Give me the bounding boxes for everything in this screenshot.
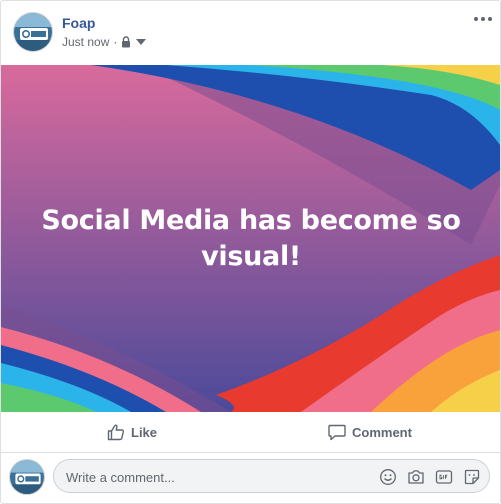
like-button[interactable]: Like	[107, 412, 157, 452]
meta-separator: ·	[113, 35, 118, 49]
comment-button[interactable]: Comment	[328, 412, 412, 452]
gif-icon[interactable]	[435, 468, 453, 486]
post-header: Foap Just now ·	[1, 1, 500, 65]
thumbs-up-icon	[107, 424, 124, 441]
caret-down-icon[interactable]	[136, 38, 147, 46]
emoji-icon[interactable]	[379, 468, 397, 486]
like-label: Like	[131, 424, 158, 440]
post-image[interactable]: Social Media has become so visual!	[1, 65, 500, 412]
comment-composer	[1, 453, 500, 503]
comment-input[interactable]	[64, 466, 378, 488]
comment-bubble-icon	[328, 424, 346, 441]
user-avatar[interactable]	[9, 459, 45, 495]
post-card: Foap Just now · Social Media has become …	[0, 0, 501, 504]
sticker-icon[interactable]	[463, 468, 481, 486]
foap-logo-icon	[14, 13, 52, 51]
page-name[interactable]: Foap	[62, 15, 95, 31]
more-options-icon[interactable]	[473, 13, 493, 25]
camera-icon[interactable]	[407, 468, 425, 486]
banner-text: Social Media has become so visual!	[41, 205, 461, 272]
lock-icon	[122, 36, 131, 48]
page-avatar[interactable]	[13, 12, 53, 52]
post-meta: Just now ·	[62, 35, 147, 49]
post-timestamp[interactable]: Just now	[62, 35, 109, 49]
post-actions: Like Comment	[1, 412, 500, 453]
foap-logo-icon	[10, 460, 44, 494]
comment-box	[53, 459, 490, 493]
comment-label: Comment	[352, 424, 412, 440]
